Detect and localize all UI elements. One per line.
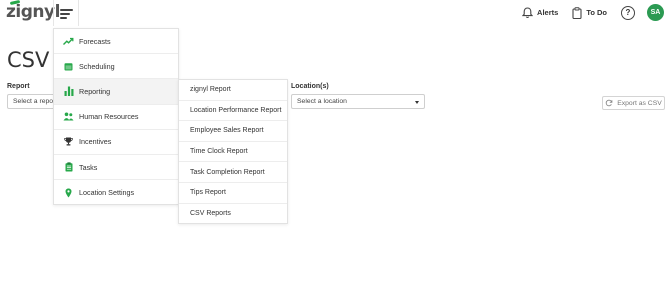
export-csv-label: Export as CSV <box>617 99 662 107</box>
bar-chart-icon <box>63 86 74 97</box>
menu-item-incentives[interactable]: Incentives <box>54 130 178 155</box>
chevron-down-icon <box>415 101 419 104</box>
export-csv-button[interactable]: Export as CSV <box>602 96 665 110</box>
menu-item-label: Human Resources <box>79 112 139 122</box>
menu-item-label: Scheduling <box>79 61 115 71</box>
help-icon[interactable]: ? <box>621 5 635 20</box>
top-bar: zignyl Alerts To Do ? SA <box>0 0 670 26</box>
trophy-icon <box>63 136 74 147</box>
bell-icon <box>522 6 534 18</box>
submenu-item-csv-reports[interactable]: CSV Reports <box>179 204 287 225</box>
menu-item-reporting[interactable]: Reporting <box>54 79 178 105</box>
main-nav-menu: Forecasts Scheduling Reporting Human Res… <box>53 28 179 205</box>
location-select-value: Select a location <box>297 98 347 105</box>
alerts-button[interactable]: Alerts <box>522 6 559 19</box>
calendar-icon <box>63 61 74 72</box>
app-logo[interactable]: zignyl <box>6 0 60 22</box>
report-label: Report <box>7 83 30 90</box>
location-select[interactable]: Select a location <box>291 94 425 109</box>
menu-item-human-resources[interactable]: Human Resources <box>54 105 178 130</box>
menu-item-label: Tasks <box>79 162 98 172</box>
header-actions: Alerts To Do ? SA <box>522 4 664 21</box>
submenu-item-zignyl-report[interactable]: zignyl Report <box>179 80 287 101</box>
clipboard-icon <box>63 162 74 173</box>
hamburger-menu-icon[interactable] <box>53 0 79 26</box>
menu-item-tasks[interactable]: Tasks <box>54 155 178 181</box>
trend-up-icon <box>63 36 74 47</box>
menu-item-forecasts[interactable]: Forecasts <box>54 29 178 55</box>
menu-item-scheduling[interactable]: Scheduling <box>54 54 178 80</box>
menu-item-label: Forecasts <box>79 36 111 46</box>
todo-label: To Do <box>586 8 607 17</box>
menu-item-label: Reporting <box>79 86 111 96</box>
reporting-submenu: zignyl Report Location Performance Repor… <box>178 79 288 224</box>
logo-text: zignyl <box>6 2 60 22</box>
report-select-value: Select a report <box>13 98 58 105</box>
submenu-item-tips-report[interactable]: Tips Report <box>179 183 287 204</box>
submenu-item-task-completion-report[interactable]: Task Completion Report <box>179 162 287 183</box>
avatar[interactable]: SA <box>647 4 664 21</box>
people-icon <box>63 111 74 122</box>
refresh-icon <box>605 99 613 107</box>
menu-item-label: Incentives <box>79 137 112 147</box>
location-label: Location(s) <box>291 83 329 90</box>
alerts-label: Alerts <box>537 8 559 17</box>
map-pin-icon <box>63 187 74 198</box>
menu-item-location-settings[interactable]: Location Settings <box>54 180 178 205</box>
submenu-item-time-clock-report[interactable]: Time Clock Report <box>179 142 287 163</box>
submenu-item-location-performance-report[interactable]: Location Performance Report <box>179 101 287 122</box>
menu-item-label: Location Settings <box>79 188 135 198</box>
todo-button[interactable]: To Do <box>572 6 607 19</box>
clipboard-icon <box>572 6 582 19</box>
submenu-item-employee-sales-report[interactable]: Employee Sales Report <box>179 121 287 142</box>
